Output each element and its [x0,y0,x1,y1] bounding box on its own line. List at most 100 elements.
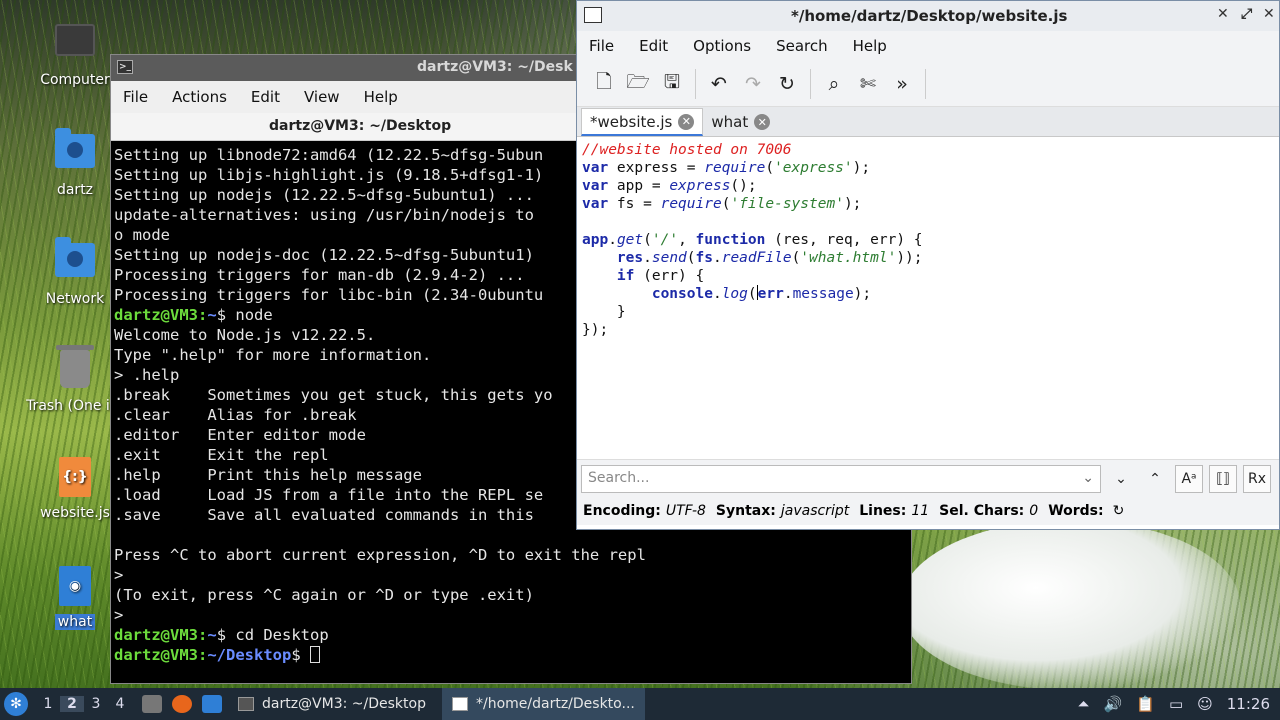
match-case-icon[interactable]: Aᵃ [1175,464,1203,493]
js-file-icon: {:} [53,457,97,501]
editor-tabbar: *website.js ✕ what ✕ [577,107,1279,137]
prompt-path: ~ [207,306,217,324]
prompt-user: dartz@VM3 [114,646,198,664]
prompt-path: ~ [207,626,217,644]
clock[interactable]: 11:26 [1227,695,1270,713]
search-input[interactable]: Search... ⌄ [581,464,1101,493]
whole-word-icon[interactable]: ⟦⟧ [1209,464,1237,493]
go-to-line-icon[interactable]: » [887,69,917,99]
status-sel-label: Sel. Chars: [939,503,1025,519]
text-editor-icon [451,697,468,711]
task-terminal[interactable]: dartz@VM3: ~/Desktop [228,688,436,720]
menu-edit[interactable]: Edit [251,88,280,106]
firefox-icon[interactable] [172,695,192,713]
refresh-icon[interactable]: ↻ [1113,503,1125,519]
chevron-down-icon[interactable]: ⌄ [1082,470,1094,486]
terminal-prompt-line: dartz@VM3:~$ cd Desktop [114,626,329,644]
menu-file[interactable]: File [123,88,148,106]
upload-icon[interactable]: ⏶ [1078,695,1090,713]
menu-file[interactable]: File [589,37,614,55]
menu-search[interactable]: Search [776,37,828,55]
system-tray: ⏶ 🔊 📋 ▭ ☺ 11:26 [1064,695,1280,713]
start-menu-icon[interactable]: ✻ [4,692,28,716]
terminal-line: (To exit, press ^C again or ^D or type .… [114,586,534,604]
terminal-line: > [114,606,124,624]
search-bar: Search... ⌄ ⌄ ⌃ Aᵃ ⟦⟧ Rx [577,459,1279,497]
tab-label: *website.js [590,112,673,131]
tab-website-js[interactable]: *website.js ✕ [581,108,704,136]
find-replace-icon[interactable]: ✄ [853,69,883,99]
prompt-user: dartz@VM3 [114,306,198,324]
status-encoding: UTF-8 [665,503,706,519]
menu-help[interactable]: Help [853,37,887,55]
menu-actions[interactable]: Actions [172,88,227,106]
editor-menubar: File Edit Options Search Help [577,31,1279,61]
volume-icon[interactable]: 🔊 [1104,695,1123,713]
terminal-prompt-line: dartz@VM3:~/Desktop$ [114,645,908,665]
task-label: */home/dartz/Deskto... [475,696,635,712]
find-icon[interactable]: ⌕ [819,69,849,99]
toolbar-divider [695,68,696,99]
reload-icon[interactable]: ↻ [772,69,802,99]
close-icon[interactable]: ✕ [1263,6,1275,22]
code-line: if (err) { [616,268,705,284]
display-icon[interactable]: ▭ [1169,695,1183,713]
workspace-2[interactable]: 2 [60,696,84,712]
code-line: app.get('/', function (res, req, err) { [582,232,923,248]
code-line: } [582,304,626,320]
desktop-icon-label: what [54,614,96,630]
task-label: dartz@VM3: ~/Desktop [262,696,426,712]
undo-icon[interactable]: ↶ [704,69,734,99]
menu-options[interactable]: Options [693,37,751,55]
terminal-app-icon: >_ [117,60,133,74]
editor-titlebar[interactable]: */home/dartz/Desktop/website.js ✕ ⤢ ✕ [577,1,1279,31]
workspace-1[interactable]: 1 [36,696,60,712]
prompt-user: dartz@VM3 [114,626,198,644]
new-file-icon[interactable]: 🗋 [589,69,619,99]
status-encoding-label: Encoding: [583,503,661,519]
status-syntax: javascript [780,503,850,519]
menu-view[interactable]: View [304,88,340,106]
menu-help[interactable]: Help [364,88,398,106]
close-tab-icon[interactable]: ✕ [678,113,695,130]
trash-icon [53,345,97,394]
workspace-4[interactable]: 4 [108,696,132,712]
file-manager-icon[interactable] [142,695,162,713]
wallpaper-ball [900,520,1240,690]
html-file-icon: ◉ [53,566,97,610]
search-placeholder: Search... [588,469,650,486]
minimize-icon[interactable]: ✕ [1217,6,1229,22]
code-line: res.send(fs.readFile('what.html')); [616,250,923,266]
menu-edit[interactable]: Edit [639,37,668,55]
editor-title: */home/dartz/Desktop/website.js [791,7,1068,25]
clipboard-icon[interactable]: 📋 [1136,695,1155,713]
find-previous-icon[interactable]: ⌃ [1141,465,1169,493]
user-icon[interactable]: ☺ [1197,695,1213,713]
status-bar: Encoding: UTF-8 Syntax: javascript Lines: 1… [577,497,1279,525]
status-words-label: Words: [1048,503,1104,519]
terminal-line: Press ^C to abort current expression, ^D… [114,546,646,564]
prompt-command: cd Desktop [235,626,329,644]
workspace-3[interactable]: 3 [84,696,108,712]
home-folder-icon [53,128,97,178]
close-tab-icon[interactable]: ✕ [754,114,771,130]
save-icon[interactable]: 🖫 [657,69,687,99]
task-editor[interactable]: */home/dartz/Deskto... [441,688,645,720]
code-editor[interactable]: //website hosted on 7006 var express = re… [577,137,1279,459]
prompt-command: node [235,306,273,324]
code-line: var express = require('express'); [582,160,871,176]
tab-what[interactable]: what ✕ [703,108,778,136]
status-lines-label: Lines: [859,503,907,519]
terminal-icon [238,697,254,711]
show-desktop-icon[interactable] [202,695,222,713]
editor-window[interactable]: */home/dartz/Desktop/website.js ✕ ⤢ ✕ Fi… [576,0,1280,530]
maximize-icon[interactable]: ⤢ [1241,6,1252,22]
terminal-cursor [310,646,321,663]
open-folder-icon[interactable]: 🗁 [623,69,653,99]
find-next-icon[interactable]: ⌄ [1107,465,1135,493]
code-line: var app = express(); [582,178,757,194]
regex-icon[interactable]: Rx [1243,464,1271,493]
taskbar: ✻ 1 2 3 4 dartz@VM3: ~/Desktop */home/da… [0,688,1280,720]
redo-icon[interactable]: ↷ [738,69,768,99]
